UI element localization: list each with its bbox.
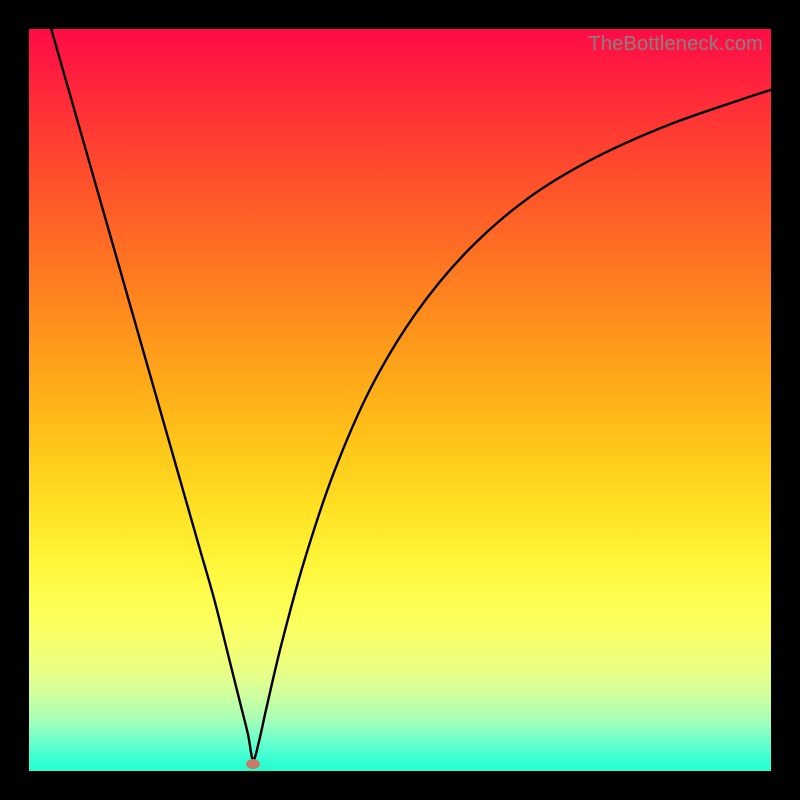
plot-area: TheBottleneck.com bbox=[29, 29, 771, 771]
watermark-text: TheBottleneck.com bbox=[588, 33, 763, 56]
curve-layer bbox=[29, 29, 771, 771]
chart-frame: TheBottleneck.com bbox=[0, 0, 800, 800]
bottleneck-curve bbox=[51, 29, 771, 760]
optimum-marker bbox=[246, 759, 260, 769]
